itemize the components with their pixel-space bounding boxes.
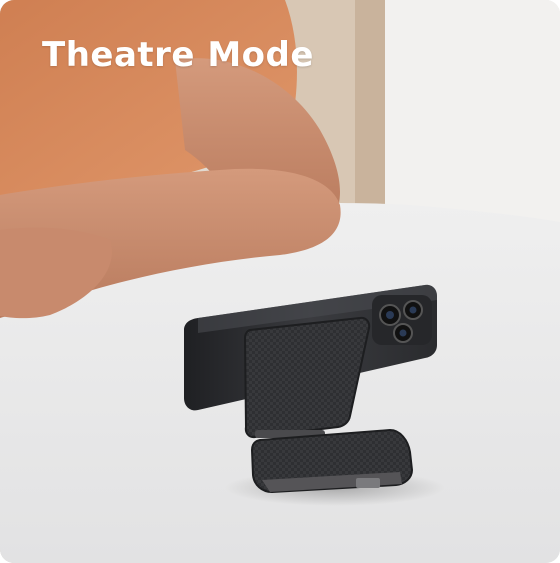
product-image-card: Theatre Mode: [0, 0, 560, 563]
product-photo: [0, 0, 560, 563]
headline-title: Theatre Mode: [42, 35, 314, 75]
